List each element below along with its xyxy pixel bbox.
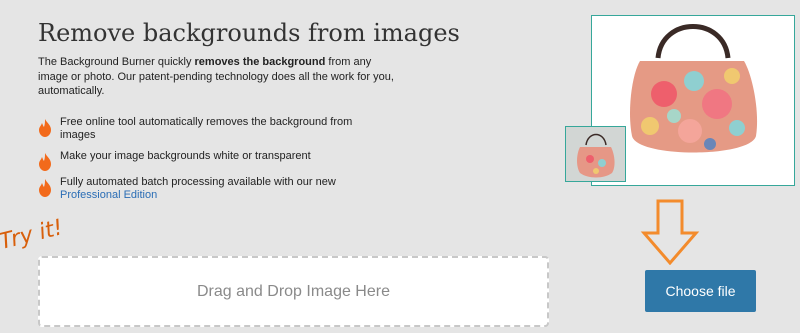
original-thumbnail (565, 126, 626, 182)
flame-icon (39, 153, 51, 171)
feature-item: Fully automated batch processing availab… (38, 176, 380, 206)
intro-text: The Background Burner quickly removes th… (38, 55, 398, 99)
choose-file-button[interactable]: Choose file (645, 270, 756, 312)
down-arrow-icon (640, 199, 700, 265)
feature-item: Make your image backgrounds white or tra… (38, 150, 380, 176)
intro-text-start: The Background Burner quickly (38, 56, 195, 68)
feature-text: Free online tool automatically removes t… (60, 116, 353, 141)
page-title: Remove backgrounds from images (38, 19, 460, 47)
intro-text-bold: removes the background (194, 56, 326, 68)
handbag-thumbnail (577, 133, 615, 178)
flame-icon (39, 179, 51, 197)
flame-icon (39, 119, 51, 137)
feature-text: Make your image backgrounds white or tra… (60, 150, 311, 162)
feature-list: Free online tool automatically removes t… (38, 116, 380, 206)
drop-zone-label: Drag and Drop Image Here (197, 282, 390, 300)
professional-edition-link[interactable]: Professional Edition (60, 189, 157, 201)
drop-zone[interactable]: Drag and Drop Image Here (38, 256, 549, 327)
feature-item: Free online tool automatically removes t… (38, 116, 380, 150)
feature-text: Fully automated batch processing availab… (60, 176, 336, 188)
try-it-label: Try it! (0, 215, 66, 255)
